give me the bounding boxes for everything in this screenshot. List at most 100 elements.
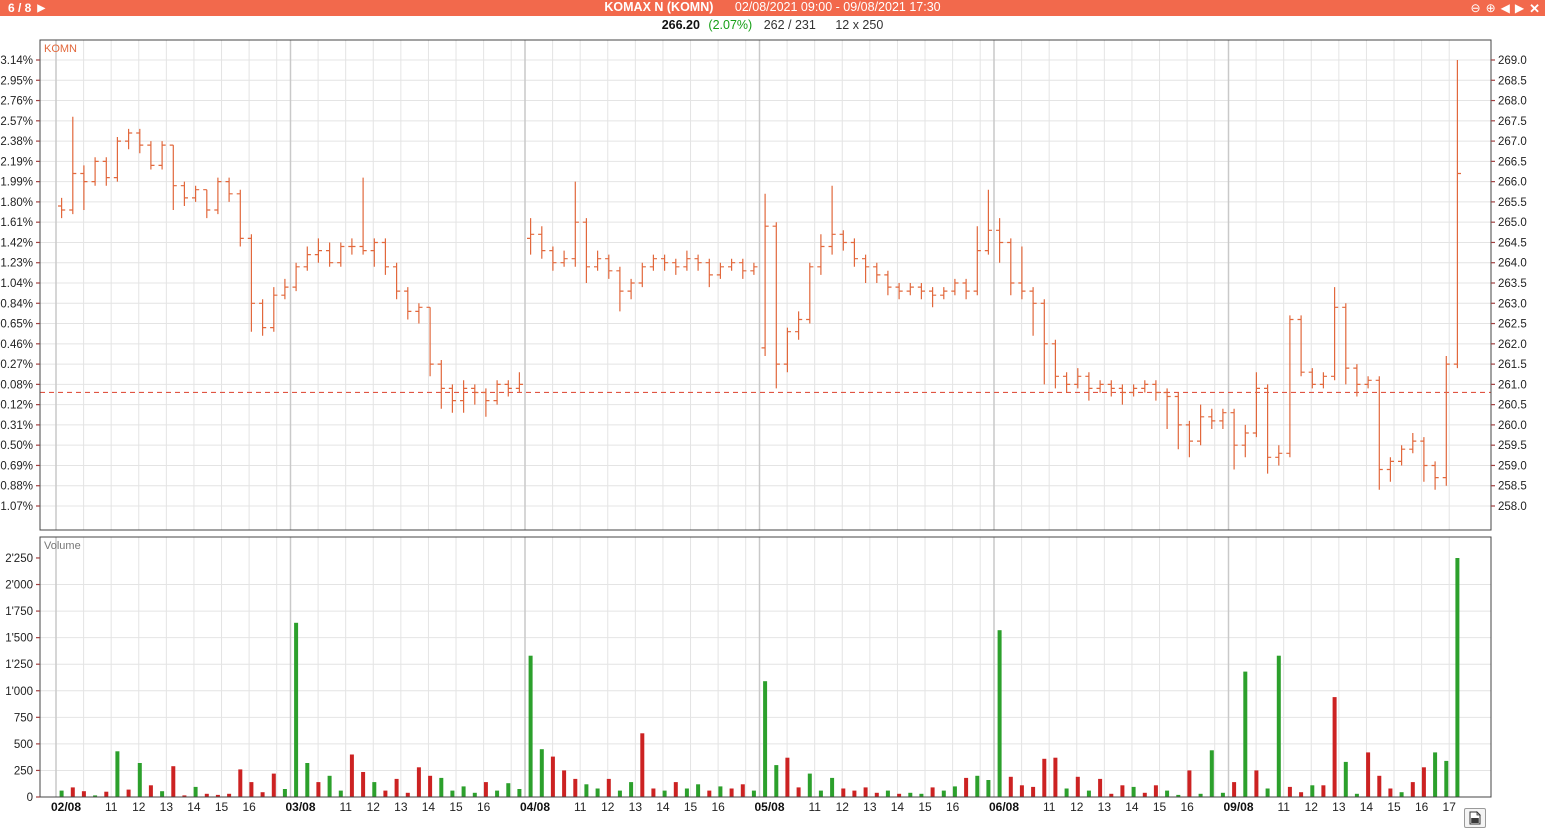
svg-text:500: 500	[14, 739, 33, 751]
svg-text:2.57%: 2.57%	[0, 116, 33, 128]
svg-text:11: 11	[105, 800, 118, 814]
prev-icon[interactable]: ◀	[1500, 1, 1511, 16]
svg-text:1.99%: 1.99%	[0, 177, 33, 189]
price-axis-right: 269.0268.5268.0267.5267.0266.5266.0265.5…	[1491, 55, 1527, 513]
svg-text:11: 11	[1043, 800, 1056, 814]
svg-text:2.19%: 2.19%	[0, 156, 33, 168]
panel-legends: KOMNVolume	[44, 43, 81, 552]
svg-text:14: 14	[187, 800, 201, 814]
svg-text:259.5: 259.5	[1498, 440, 1527, 452]
svg-text:-0.12%: -0.12%	[0, 400, 33, 412]
svg-text:261.5: 261.5	[1498, 359, 1527, 371]
svg-text:12: 12	[601, 800, 615, 814]
document-icon	[1469, 811, 1481, 825]
svg-text:-0.88%: -0.88%	[0, 481, 33, 493]
svg-text:263.0: 263.0	[1498, 298, 1527, 310]
svg-text:13: 13	[1332, 800, 1346, 814]
svg-text:2'000: 2'000	[5, 580, 33, 592]
svg-text:12: 12	[132, 800, 146, 814]
x-axis-labels: 02/0811121314151603/0811121314151604/081…	[51, 800, 1456, 814]
title-area: KOMAX N (KOMN) 02/08/2021 09:00 - 09/08/…	[0, 0, 1545, 16]
svg-text:11: 11	[574, 800, 587, 814]
price-axis-left: 3.14%2.95%2.76%2.57%2.38%2.19%1.99%1.80%…	[0, 55, 40, 513]
svg-text:16: 16	[711, 800, 725, 814]
svg-text:-1.07%: -1.07%	[0, 501, 33, 513]
svg-text:11: 11	[1277, 800, 1290, 814]
svg-text:-0.50%: -0.50%	[0, 440, 33, 452]
svg-text:265.5: 265.5	[1498, 197, 1527, 209]
instrument-title: KOMAX N (KOMN)	[604, 0, 713, 14]
svg-text:11: 11	[808, 800, 821, 814]
svg-text:2.76%: 2.76%	[0, 96, 33, 108]
svg-text:13: 13	[1098, 800, 1112, 814]
svg-text:0.46%: 0.46%	[0, 339, 33, 351]
next-icon[interactable]: ▶	[1514, 1, 1525, 16]
svg-text:0.65%: 0.65%	[0, 319, 33, 331]
svg-text:2.38%: 2.38%	[0, 136, 33, 148]
svg-text:0: 0	[27, 792, 33, 804]
svg-text:05/08: 05/08	[754, 800, 784, 814]
svg-text:15: 15	[1387, 800, 1401, 814]
close-icon[interactable]: ✕	[1528, 1, 1541, 16]
zoom-in-icon[interactable]: ⊕	[1485, 1, 1497, 16]
svg-text:750: 750	[14, 712, 33, 724]
svg-text:269.0: 269.0	[1498, 55, 1527, 67]
chart-canvas[interactable]: 3.14%2.95%2.76%2.57%2.38%2.19%1.99%1.80%…	[0, 0, 1545, 832]
svg-text:15: 15	[215, 800, 229, 814]
svg-text:1.42%: 1.42%	[0, 237, 33, 249]
svg-text:261.0: 261.0	[1498, 379, 1527, 391]
svg-text:1'750: 1'750	[5, 606, 33, 618]
svg-text:250: 250	[14, 765, 33, 777]
zoom-out-icon[interactable]: ⊖	[1470, 1, 1482, 16]
svg-text:16: 16	[477, 800, 491, 814]
svg-text:16: 16	[1180, 800, 1194, 814]
title-bar: 6 / 8 ▶ KOMAX N (KOMN) 02/08/2021 09:00 …	[0, 0, 1545, 16]
svg-text:0.84%: 0.84%	[0, 298, 33, 310]
svg-text:260.0: 260.0	[1498, 420, 1527, 432]
svg-text:2'250: 2'250	[5, 553, 33, 565]
svg-text:02/08: 02/08	[51, 800, 81, 814]
svg-text:14: 14	[891, 800, 905, 814]
svg-text:1.61%: 1.61%	[0, 217, 33, 229]
svg-text:14: 14	[1360, 800, 1374, 814]
svg-text:14: 14	[656, 800, 670, 814]
quote-size: 12 x 250	[835, 18, 883, 32]
svg-text:15: 15	[918, 800, 932, 814]
svg-text:263.5: 263.5	[1498, 278, 1527, 290]
svg-text:1.23%: 1.23%	[0, 258, 33, 270]
svg-text:258.0: 258.0	[1498, 501, 1527, 513]
svg-text:13: 13	[160, 800, 174, 814]
svg-text:266.5: 266.5	[1498, 156, 1527, 168]
svg-text:262.0: 262.0	[1498, 339, 1527, 351]
trading-chart-window: 6 / 8 ▶ KOMAX N (KOMN) 02/08/2021 09:00 …	[0, 0, 1545, 832]
svg-text:1.04%: 1.04%	[0, 278, 33, 290]
last-price: 266.20	[662, 18, 700, 32]
svg-text:13: 13	[863, 800, 877, 814]
svg-text:265.0: 265.0	[1498, 217, 1527, 229]
svg-text:266.0: 266.0	[1498, 177, 1527, 189]
svg-text:258.5: 258.5	[1498, 481, 1527, 493]
svg-text:16: 16	[946, 800, 960, 814]
svg-text:17: 17	[1443, 800, 1457, 814]
svg-text:11: 11	[339, 800, 352, 814]
svg-text:267.0: 267.0	[1498, 136, 1527, 148]
svg-text:267.5: 267.5	[1498, 116, 1527, 128]
svg-text:Volume: Volume	[44, 540, 81, 552]
svg-text:12: 12	[836, 800, 850, 814]
svg-text:0.27%: 0.27%	[0, 359, 33, 371]
svg-text:1'500: 1'500	[5, 633, 33, 645]
svg-text:03/08: 03/08	[285, 800, 315, 814]
svg-text:2.95%: 2.95%	[0, 75, 33, 87]
svg-text:260.5: 260.5	[1498, 400, 1527, 412]
svg-text:12: 12	[367, 800, 381, 814]
svg-text:1.80%: 1.80%	[0, 197, 33, 209]
svg-text:14: 14	[1125, 800, 1139, 814]
volume-axis: 2'2502'0001'7501'5001'2501'0007505002500	[5, 553, 40, 804]
svg-text:15: 15	[684, 800, 698, 814]
svg-text:15: 15	[449, 800, 463, 814]
svg-text:-0.31%: -0.31%	[0, 420, 33, 432]
svg-text:1'000: 1'000	[5, 686, 33, 698]
export-button[interactable]	[1464, 808, 1486, 828]
svg-text:262.5: 262.5	[1498, 319, 1527, 331]
svg-text:-0.69%: -0.69%	[0, 460, 33, 472]
